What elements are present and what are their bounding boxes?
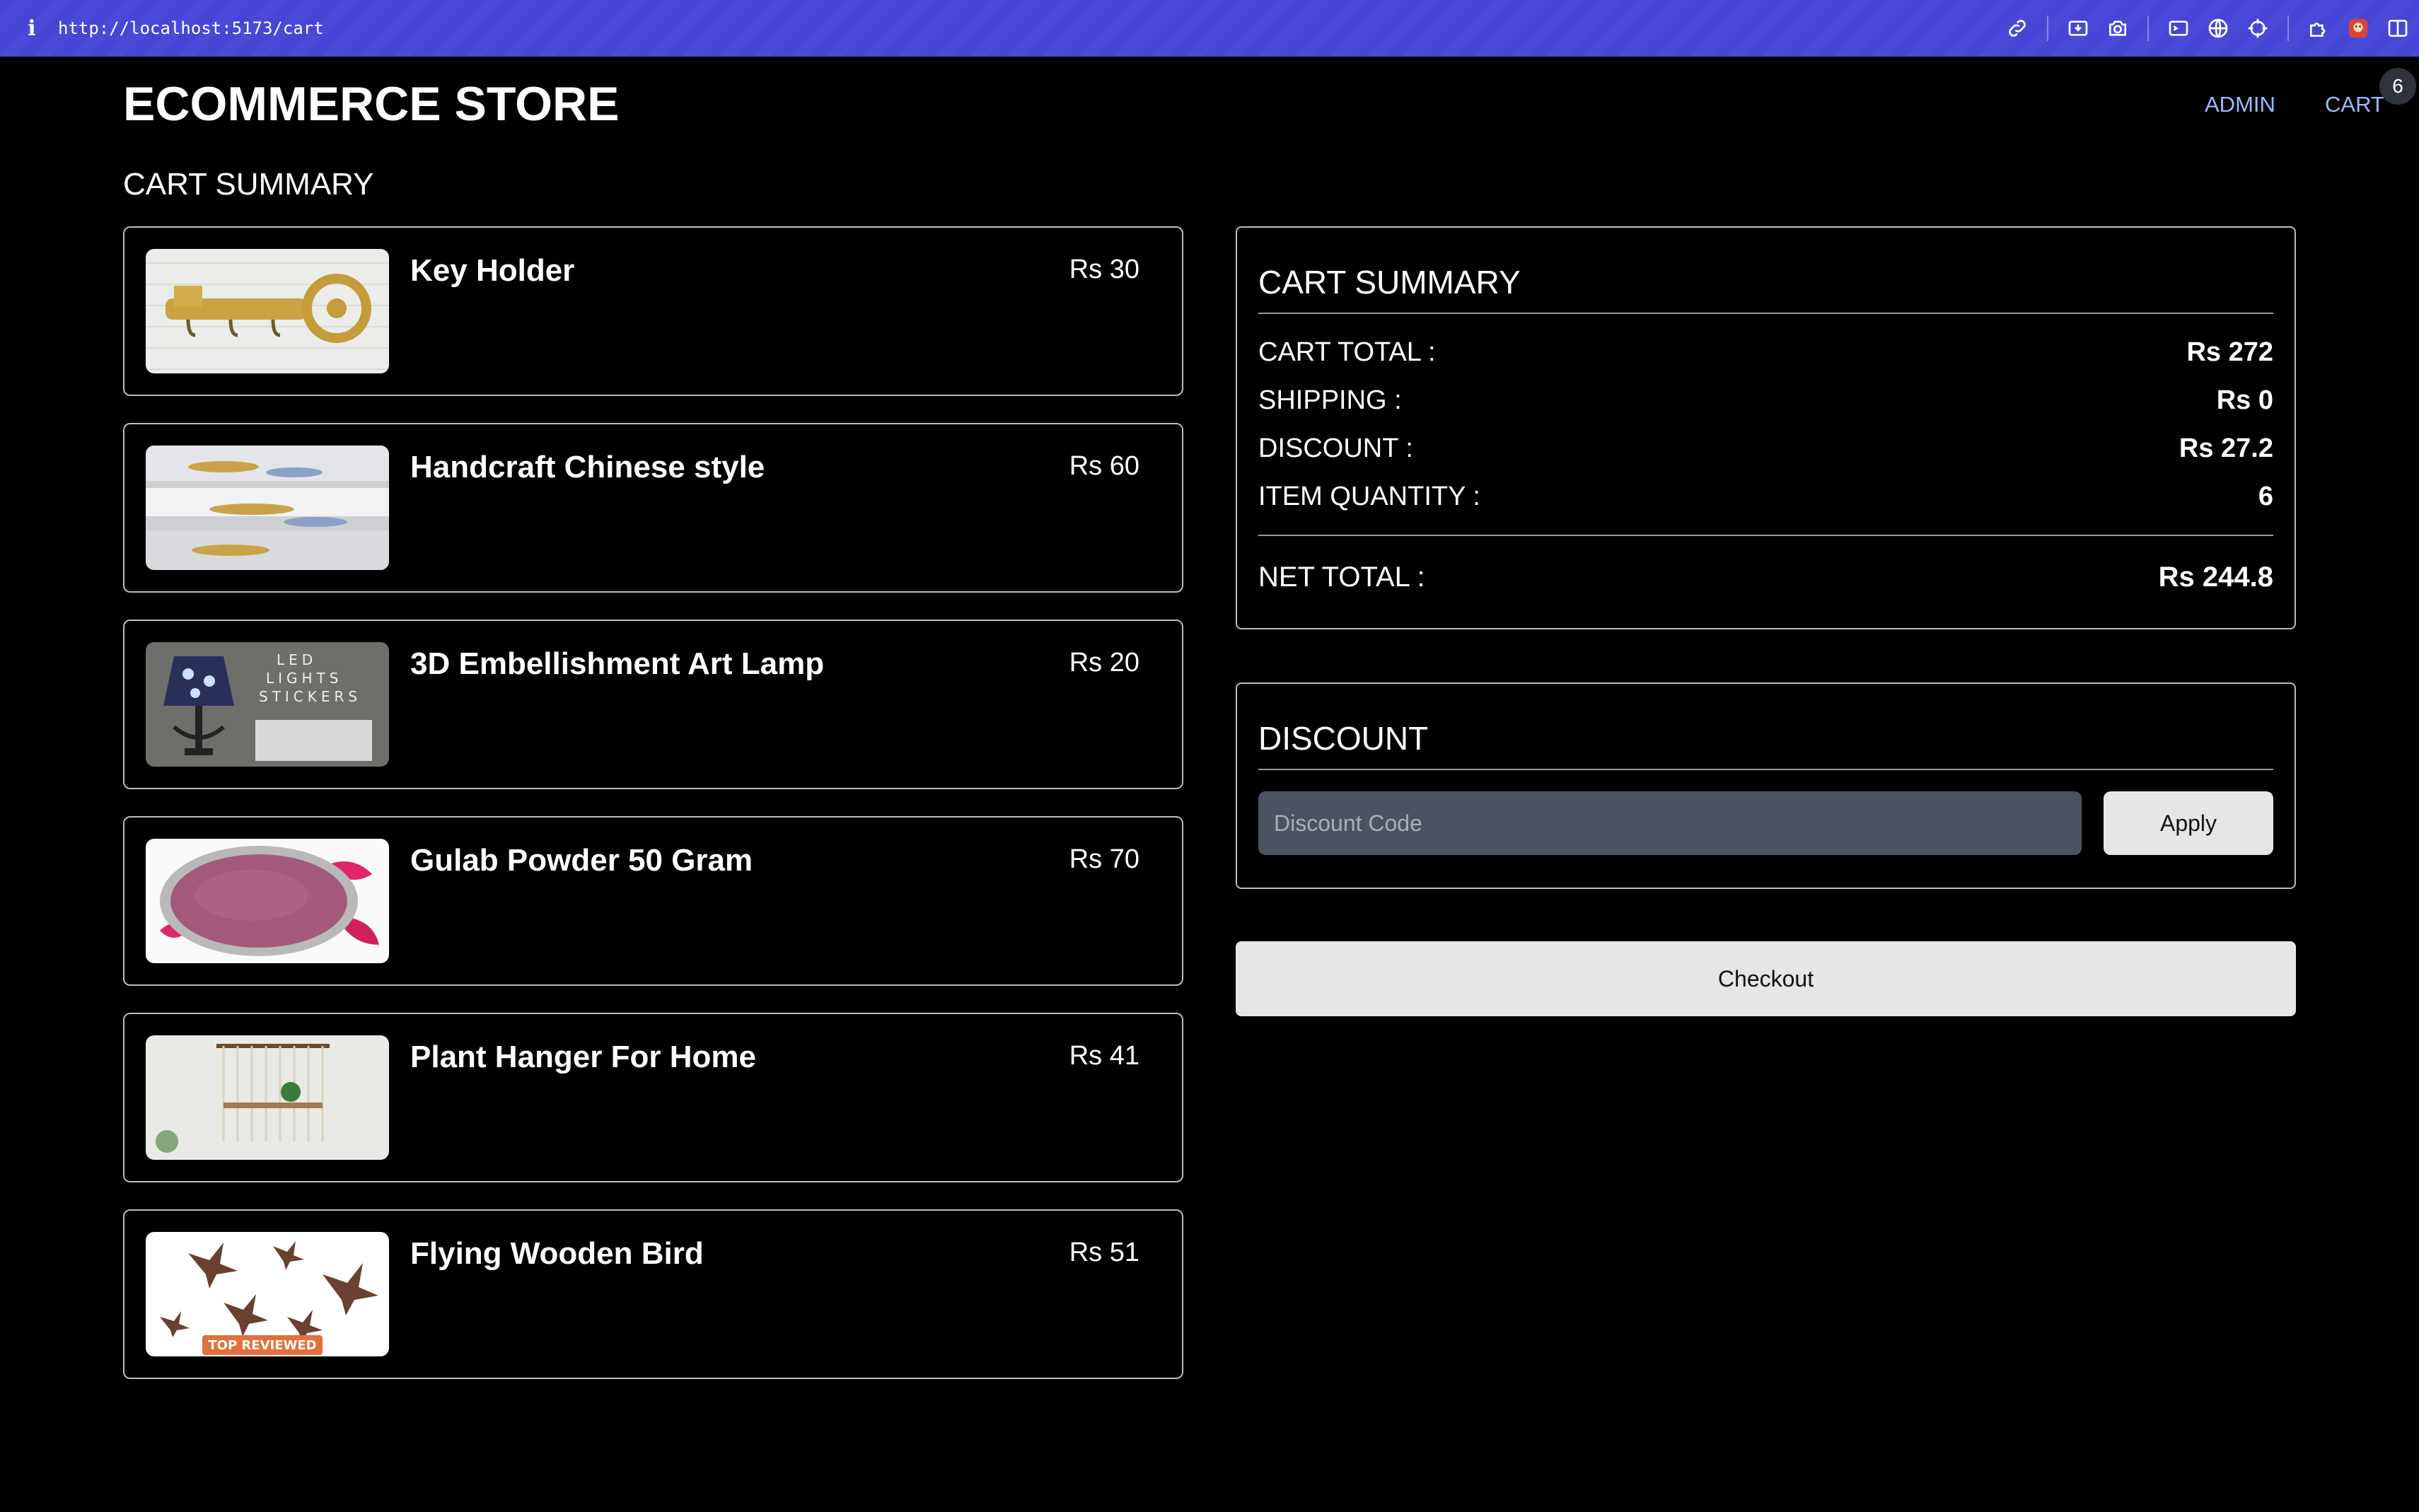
lamp-image[interactable]: LED LIGHTS STICKERS bbox=[146, 642, 389, 767]
profile-icon[interactable] bbox=[2344, 14, 2372, 42]
product-name[interactable]: 3D Embellishment Art Lamp bbox=[410, 646, 824, 682]
top-reviewed-badge: TOP REVIEWED bbox=[208, 1338, 316, 1353]
net-total-label: NET TOTAL : bbox=[1258, 561, 1425, 593]
summary-title: CART SUMMARY bbox=[1258, 228, 2273, 314]
cart-item[interactable]: Handcraft Chinese style Rs 60 bbox=[123, 423, 1183, 593]
discount-code-input[interactable] bbox=[1258, 791, 2082, 855]
discount-controls: Apply bbox=[1258, 791, 2273, 855]
cart-item[interactable]: LED LIGHTS STICKERS 3D Embellishment Art… bbox=[123, 620, 1183, 789]
info-icon[interactable]: i bbox=[21, 16, 42, 41]
cart-item[interactable]: Plant Hanger For Home Rs 41 bbox=[123, 1013, 1183, 1182]
browser-toolbar: i http://localhost:5173/cart bbox=[0, 0, 2419, 57]
product-price: Rs 20 bbox=[1069, 648, 1139, 678]
discount-row: DISCOUNT : Rs 27.2 bbox=[1258, 424, 2273, 472]
browser-toolbar-icons bbox=[1992, 0, 2412, 57]
wooden-bird-image[interactable]: TOP REVIEWED bbox=[146, 1232, 389, 1356]
link-icon[interactable] bbox=[2003, 14, 2031, 42]
checkout-button[interactable]: Checkout bbox=[1236, 941, 2296, 1016]
plant-hanger-image[interactable] bbox=[146, 1035, 389, 1160]
gulab-powder-image[interactable] bbox=[146, 839, 389, 963]
cart-summary-panel: CART SUMMARY CART TOTAL : Rs 272 SHIPPIN… bbox=[1236, 226, 2296, 629]
discount-panel: DISCOUNT Apply bbox=[1236, 682, 2296, 889]
product-price: Rs 60 bbox=[1069, 451, 1139, 481]
summary-rows: CART TOTAL : Rs 272 SHIPPING : Rs 0 DISC… bbox=[1258, 314, 2273, 536]
toolbar-separator bbox=[2147, 16, 2149, 41]
address-bar-url[interactable]: http://localhost:5173/cart bbox=[58, 18, 324, 38]
apply-discount-button[interactable]: Apply bbox=[2104, 791, 2273, 855]
key-holder-image[interactable] bbox=[146, 249, 389, 373]
crosshair-icon[interactable] bbox=[2244, 14, 2272, 42]
nav-cart-link[interactable]: CART bbox=[2325, 92, 2384, 117]
toolbar-separator bbox=[2047, 16, 2048, 41]
cart-item[interactable]: Key Holder Rs 30 bbox=[123, 226, 1183, 396]
cart-total-row: CART TOTAL : Rs 272 bbox=[1258, 328, 2273, 376]
discount-title: DISCOUNT bbox=[1258, 684, 2273, 770]
product-name[interactable]: Key Holder bbox=[410, 253, 574, 289]
lamp-image-text: STICKERS bbox=[259, 688, 361, 705]
product-name[interactable]: Gulab Powder 50 Gram bbox=[410, 843, 753, 878]
product-price: Rs 41 bbox=[1069, 1041, 1139, 1071]
product-price: Rs 30 bbox=[1069, 255, 1139, 284]
row-label: SHIPPING : bbox=[1258, 385, 1402, 415]
net-total-value: Rs 244.8 bbox=[2158, 561, 2273, 593]
toolbar-separator bbox=[2287, 16, 2289, 41]
item-quantity-row: ITEM QUANTITY : 6 bbox=[1258, 472, 2273, 521]
camera-icon[interactable] bbox=[2104, 14, 2132, 42]
row-value: 6 bbox=[2258, 481, 2273, 511]
row-value: Rs 0 bbox=[2216, 385, 2273, 415]
download-icon[interactable] bbox=[2064, 14, 2092, 42]
terminal-icon[interactable] bbox=[2164, 14, 2193, 42]
sidebar-icon[interactable] bbox=[2384, 14, 2412, 42]
handcraft-image[interactable] bbox=[146, 446, 389, 570]
lamp-image-text: LIGHTS bbox=[266, 670, 343, 687]
cart-item-list: Key Holder Rs 30 Handcraft Chinese style… bbox=[123, 226, 1183, 1406]
site-title[interactable]: ECOMMERCE STORE bbox=[123, 76, 619, 132]
row-label: DISCOUNT : bbox=[1258, 433, 1413, 463]
product-name[interactable]: Handcraft Chinese style bbox=[410, 450, 765, 485]
shipping-row: SHIPPING : Rs 0 bbox=[1258, 376, 2273, 424]
lamp-image-text: LED bbox=[277, 651, 317, 668]
page-title: CART SUMMARY bbox=[123, 167, 374, 202]
row-value: Rs 272 bbox=[2186, 337, 2273, 367]
extension-icon[interactable] bbox=[2304, 14, 2333, 42]
product-name[interactable]: Flying Wooden Bird bbox=[410, 1236, 704, 1272]
row-label: CART TOTAL : bbox=[1258, 337, 1436, 367]
row-value: Rs 27.2 bbox=[2179, 433, 2273, 463]
nav-admin-link[interactable]: ADMIN bbox=[2205, 92, 2275, 117]
globe-icon[interactable] bbox=[2204, 14, 2232, 42]
cart-item[interactable]: Gulab Powder 50 Gram Rs 70 bbox=[123, 816, 1183, 986]
cart-item[interactable]: TOP REVIEWED Flying Wooden Bird Rs 51 bbox=[123, 1209, 1183, 1379]
cart-count-badge: 6 bbox=[2379, 68, 2416, 105]
net-total-row: NET TOTAL : Rs 244.8 bbox=[1258, 536, 2273, 618]
product-name[interactable]: Plant Hanger For Home bbox=[410, 1040, 756, 1075]
row-label: ITEM QUANTITY : bbox=[1258, 481, 1480, 511]
product-price: Rs 70 bbox=[1069, 844, 1139, 874]
product-price: Rs 51 bbox=[1069, 1238, 1139, 1267]
